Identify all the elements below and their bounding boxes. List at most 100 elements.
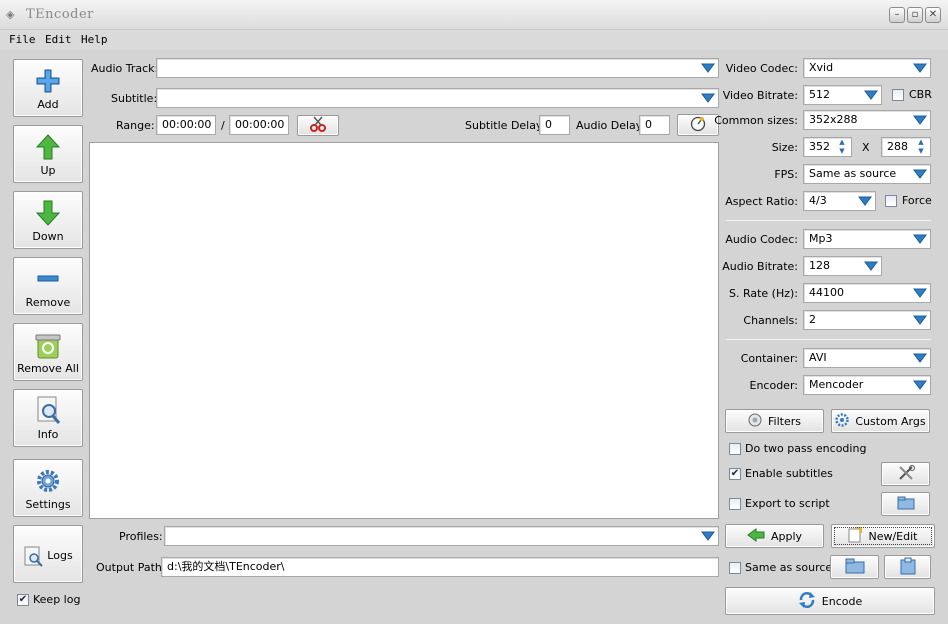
encoder-value: Mencoder bbox=[809, 378, 864, 391]
menu-file[interactable]: File bbox=[9, 33, 36, 46]
add-icon bbox=[14, 68, 82, 94]
output-path-label: Output Path: bbox=[96, 561, 166, 574]
audio-codec-label: Audio Codec: bbox=[725, 233, 798, 246]
apply-button[interactable]: Apply bbox=[725, 524, 824, 548]
title-bar bbox=[0, 0, 948, 30]
chevron-down-icon bbox=[912, 286, 928, 300]
channels-select[interactable]: 2 bbox=[803, 310, 931, 330]
close-icon[interactable]: ✕ bbox=[925, 7, 941, 23]
folder-icon bbox=[897, 496, 915, 513]
height-value: 288 bbox=[887, 140, 908, 153]
chevron-down-icon bbox=[912, 351, 928, 365]
spinner-arrows-icon[interactable]: ▲ ▼ bbox=[836, 139, 848, 155]
remove-all-label: Remove All bbox=[17, 362, 79, 375]
subtitle-label: Subtitle: bbox=[111, 92, 158, 105]
profiles-label: Profiles: bbox=[119, 530, 163, 543]
chevron-down-icon bbox=[912, 378, 928, 392]
enable-subtitles-label: Enable subtitles bbox=[745, 467, 833, 480]
height-spinbox[interactable]: 288 ▲ ▼ bbox=[881, 137, 931, 157]
info-button[interactable]: Info bbox=[13, 389, 83, 447]
common-sizes-select[interactable]: 352x288 bbox=[803, 110, 931, 130]
two-pass-checkbox[interactable] bbox=[729, 443, 741, 455]
menu-edit[interactable]: Edit bbox=[45, 33, 72, 46]
up-label: Up bbox=[40, 164, 56, 177]
folder-icon bbox=[845, 558, 865, 577]
keep-log-checkbox[interactable]: ✔ bbox=[17, 594, 29, 606]
remove-all-button[interactable]: Remove All bbox=[13, 323, 83, 381]
remove-button[interactable]: Remove bbox=[13, 257, 83, 315]
sample-rate-select[interactable]: 44100 bbox=[803, 283, 931, 303]
cut-button[interactable] bbox=[297, 115, 339, 136]
add-button[interactable]: Add bbox=[13, 59, 83, 117]
audio-track-select[interactable] bbox=[156, 58, 719, 78]
down-button[interactable]: Down bbox=[13, 191, 83, 249]
fps-select[interactable]: Same as source bbox=[803, 164, 931, 184]
encode-button[interactable]: Encode bbox=[725, 587, 935, 615]
encoder-label: Encoder: bbox=[749, 379, 799, 392]
video-bitrate-select[interactable]: 512 bbox=[803, 85, 882, 105]
open-folder-button[interactable] bbox=[830, 555, 879, 579]
encoder-select[interactable]: Mencoder bbox=[803, 375, 931, 395]
force-checkbox[interactable] bbox=[885, 195, 897, 207]
audio-bitrate-value: 128 bbox=[809, 259, 830, 272]
spinner-arrows-icon[interactable]: ▲ ▼ bbox=[915, 139, 927, 155]
chevron-down-icon bbox=[912, 232, 928, 246]
browse-output-button[interactable] bbox=[884, 555, 931, 579]
cbr-checkbox[interactable] bbox=[892, 89, 904, 101]
channels-label: Channels: bbox=[743, 314, 798, 327]
custom-args-button[interactable]: Custom Args bbox=[831, 409, 930, 433]
aspect-ratio-select[interactable]: 4/3 bbox=[803, 191, 876, 211]
video-codec-select[interactable]: Xvid bbox=[803, 58, 931, 78]
arrow-down-icon bbox=[14, 200, 82, 226]
menu-help[interactable]: Help bbox=[81, 33, 108, 46]
filter-icon bbox=[748, 413, 762, 430]
divider bbox=[726, 339, 931, 340]
scissors-icon bbox=[309, 116, 327, 135]
export-script-checkbox[interactable] bbox=[729, 498, 741, 510]
subtitle-delay-input[interactable]: 0 bbox=[539, 115, 570, 135]
chevron-down-icon bbox=[863, 259, 879, 273]
fps-value: Same as source bbox=[809, 167, 897, 180]
container-select[interactable]: AVI bbox=[803, 348, 931, 368]
audio-bitrate-select[interactable]: 128 bbox=[803, 256, 882, 276]
export-script-label: Export to script bbox=[745, 497, 830, 510]
new-document-icon bbox=[848, 526, 863, 546]
output-path-input[interactable]: d:\我的文档\TEncoder\ bbox=[161, 557, 719, 577]
window-title: TEncoder bbox=[26, 7, 94, 22]
file-list[interactable] bbox=[89, 142, 719, 519]
audio-codec-select[interactable]: Mp3 bbox=[803, 229, 931, 249]
enable-subtitles-checkbox[interactable]: ✔ bbox=[729, 468, 741, 480]
common-sizes-label: Common sizes: bbox=[714, 114, 798, 127]
audio-delay-input[interactable]: 0 bbox=[639, 115, 670, 135]
subtitle-select[interactable] bbox=[156, 88, 719, 108]
same-as-source-label: Same as source bbox=[745, 561, 833, 574]
range-label: Range: bbox=[116, 119, 155, 132]
width-spinbox[interactable]: 352 ▲ ▼ bbox=[803, 137, 852, 157]
fps-label: FPS: bbox=[774, 168, 798, 181]
logs-button[interactable]: Logs bbox=[13, 525, 83, 583]
chevron-down-icon bbox=[912, 313, 928, 327]
audio-codec-value: Mp3 bbox=[809, 232, 833, 245]
common-size-value: 352x288 bbox=[809, 113, 858, 126]
chevron-down-icon bbox=[863, 88, 879, 102]
profiles-select[interactable] bbox=[164, 526, 719, 546]
filters-button[interactable]: Filters bbox=[725, 409, 824, 433]
maximize-icon[interactable]: ▫ bbox=[907, 7, 923, 23]
new-edit-button[interactable]: New/Edit bbox=[831, 524, 935, 548]
chevron-down-icon bbox=[912, 167, 928, 181]
same-as-source-checkbox[interactable] bbox=[729, 562, 741, 574]
recycle-bin-icon bbox=[14, 332, 82, 359]
width-value: 352 bbox=[809, 140, 830, 153]
up-button[interactable]: Up bbox=[13, 125, 83, 183]
range-start-input[interactable]: 00:00:00 bbox=[156, 115, 216, 135]
export-folder-button[interactable] bbox=[881, 492, 930, 516]
settings-button[interactable]: Settings bbox=[13, 459, 83, 517]
audio-track-label: Audio Track: bbox=[91, 62, 159, 75]
apply-label: Apply bbox=[770, 529, 803, 543]
container-value: AVI bbox=[809, 351, 827, 364]
minimize-icon[interactable]: – bbox=[889, 7, 905, 23]
range-end-input[interactable]: 00:00:00 bbox=[229, 115, 289, 135]
subtitle-settings-button[interactable] bbox=[881, 462, 930, 486]
force-label: Force bbox=[902, 194, 932, 207]
size-x-label: X bbox=[862, 141, 870, 154]
